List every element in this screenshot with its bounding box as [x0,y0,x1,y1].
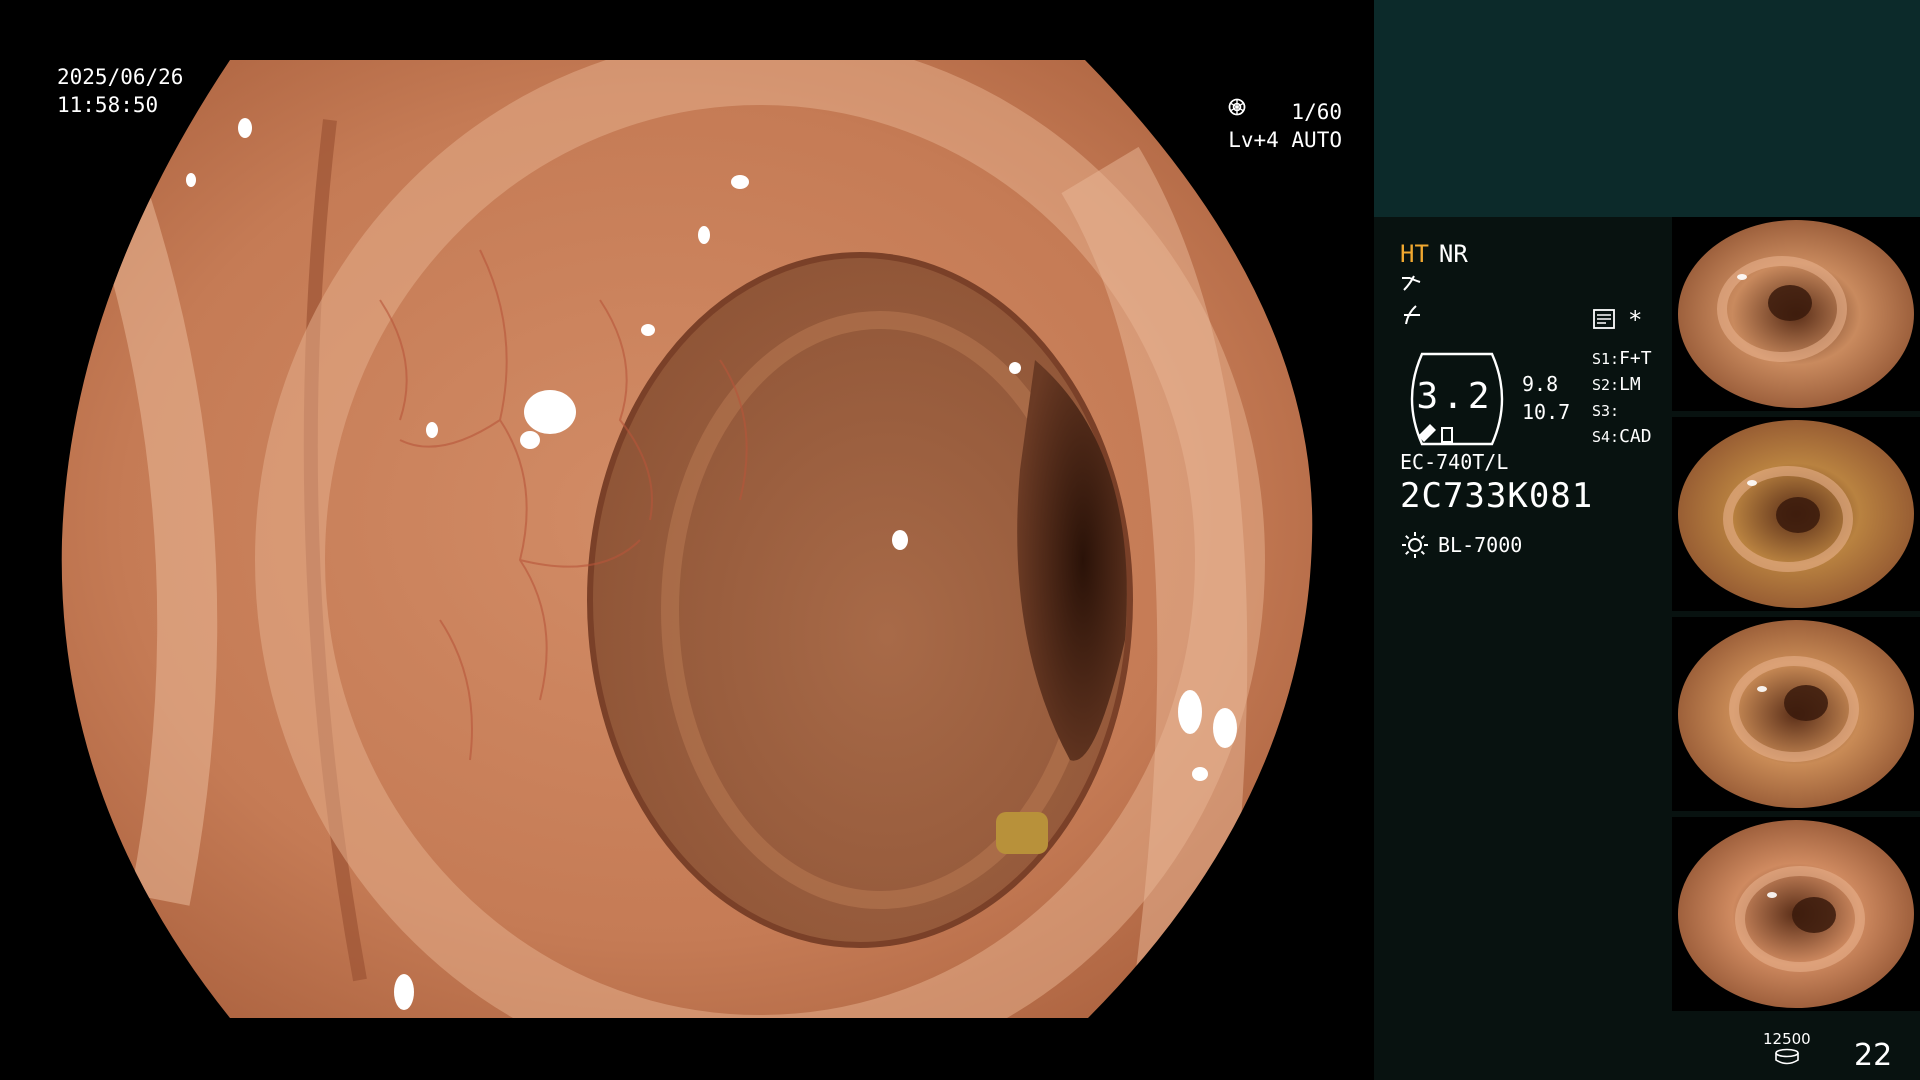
light-source-icon [1402,532,1428,558]
light-source-name: BL-7000 [1438,533,1523,557]
top-band [1374,0,1920,217]
colon-image [61,60,1313,1018]
contrast-icon [1404,305,1420,325]
scope-switch-2: S2:LM [1592,374,1641,395]
focus-value-1: 9.8 [1522,372,1559,396]
capture-thumbnails [1672,217,1920,1017]
mode-ht: HT [1400,240,1429,268]
scope-switch-4: S4:CAD [1592,426,1652,447]
scope-model: EC-740T/L [1400,450,1509,474]
thumbnail-image [1678,420,1914,608]
thumbnail-4[interactable] [1672,817,1920,1011]
light-source-row: BL-7000 [1400,530,1522,560]
thumbnail-image [1678,620,1914,808]
brightness-level: Lv+4 AUTO [1228,128,1342,152]
settings-icon [1593,309,1615,329]
edge-enhance-icon [1402,275,1421,291]
storage-disk-icon [1775,1048,1799,1065]
focus-value-2: 10.7 [1522,400,1571,424]
capture-count: 22 [1854,1038,1893,1073]
thumbnail-3[interactable] [1672,617,1920,811]
star-marker: * [1628,306,1643,334]
focus-values: 9.8 10.7 [1522,370,1570,426]
storage-count: 12500 [1763,1030,1811,1048]
shutter-speed: 1/60 [1291,100,1342,124]
storage-counter: 12500 [1763,1030,1811,1066]
scope-switch-list: S1:F+T S2:LM S3: S4:CAD [1592,346,1652,450]
auto-iris-icon [1228,98,1246,116]
endoscope-view: 2025/06/26 11:58:50 1/60 Lv+4 AUTO [0,0,1374,1080]
thumbnail-1[interactable] [1672,217,1920,411]
zoom-value: 3.2 [1416,376,1494,417]
thumbnail-image [1678,220,1914,408]
time-text: 11:58:50 [57,93,159,117]
exposure-readout: 1/60 Lv+4 AUTO [1228,98,1342,154]
mode-indicators: HT NR [1400,240,1468,268]
date-time-readout: 2025/06/26 11:58:50 [57,63,183,119]
thumbnail-2[interactable] [1672,417,1920,611]
mode-nr: NR [1438,240,1468,268]
scope-serial: 2C733K081 [1400,476,1594,516]
scope-switch-1: S1:F+T [1592,348,1652,369]
scope-switch-3: S3: [1592,402,1620,420]
thumbnail-image [1678,820,1914,1008]
date-text: 2025/06/26 [57,65,184,89]
